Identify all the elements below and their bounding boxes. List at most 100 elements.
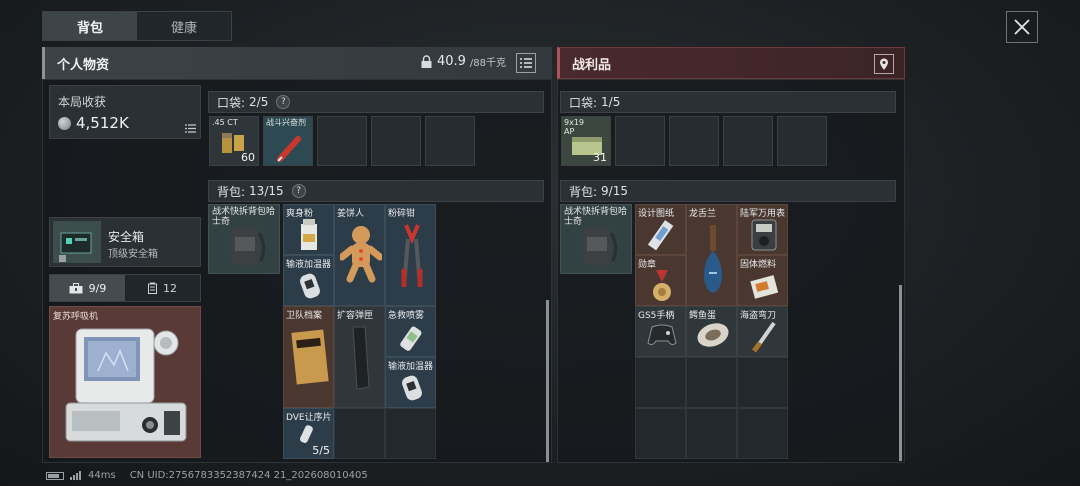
- weight-value: 40.9: [436, 54, 466, 69]
- multimeter-icon: [751, 219, 777, 251]
- close-button[interactable]: [1006, 11, 1038, 43]
- equipment-subtabs: 9/9 12: [49, 274, 201, 302]
- top-tabs: 背包 健康: [42, 11, 232, 41]
- loot-pocket-slot-empty[interactable]: [723, 116, 773, 166]
- location-pin-icon: [880, 58, 888, 70]
- loot-header: 战利品: [557, 47, 905, 79]
- loot-pocket-header: 口袋: 1/5: [560, 91, 896, 113]
- pocket-slot-empty[interactable]: [317, 116, 367, 166]
- loot-pocket-slot-ammo[interactable]: 9x19 AP 31: [561, 116, 611, 166]
- grid-cell-empty[interactable]: [635, 357, 686, 408]
- backpack-icon: [231, 227, 266, 265]
- backpack-header: 背包: 13/15 ?: [208, 180, 544, 202]
- iv-warmer-icon: [402, 375, 422, 401]
- bolt-cutter-icon: [401, 224, 423, 288]
- grid-cell-empty[interactable]: [334, 408, 385, 459]
- bottle-icon: [704, 225, 722, 293]
- loot-equipped-backpack[interactable]: 战术快拆背包哈士奇: [560, 204, 632, 274]
- pocket-slot-empty[interactable]: [371, 116, 421, 166]
- grid-item-talc[interactable]: 爽身粉: [283, 204, 334, 255]
- panel-title: 战利品: [572, 57, 612, 73]
- pocket-count: 1/5: [601, 95, 621, 109]
- tab-health[interactable]: 健康: [137, 12, 231, 40]
- list-icon: [520, 58, 532, 68]
- spray-can-icon: [400, 326, 422, 351]
- grid-item-bolt-cutter[interactable]: 粉碎钳: [385, 204, 436, 306]
- panel-title: 个人物资: [57, 57, 110, 73]
- tab-backpack[interactable]: 背包: [43, 12, 137, 40]
- help-icon[interactable]: ?: [276, 95, 291, 109]
- help-icon[interactable]: ?: [291, 184, 306, 198]
- grid-item-blueprint[interactable]: 设计图纸: [635, 204, 686, 255]
- grid-item-guard-file[interactable]: 卫队档案: [283, 306, 334, 408]
- loot-pocket-slot-empty[interactable]: [669, 116, 719, 166]
- grid-cell-empty[interactable]: [737, 408, 788, 459]
- egg-icon: [697, 323, 729, 347]
- earnings-value: 4,512K: [76, 114, 129, 132]
- blueprint-icon: [647, 220, 674, 251]
- safe-box-title: 安全箱: [108, 230, 145, 244]
- grid-item-iv-warmer[interactable]: 输液加温器: [283, 255, 334, 306]
- battery-icon: [46, 471, 64, 480]
- earnings-label: 本局收获: [58, 95, 107, 109]
- grid-item-gingerbread[interactable]: 姜饼人: [334, 204, 385, 306]
- grid-item-pirate-cutlass[interactable]: 海盗弯刀: [737, 306, 788, 357]
- canister-icon: [148, 282, 157, 294]
- equipped-backpack[interactable]: 战术快拆背包哈士奇: [208, 204, 280, 274]
- toolbox-icon: [69, 282, 83, 293]
- grid-item-solid-fuel[interactable]: 固体燃料: [737, 255, 788, 306]
- sort-list-button[interactable]: [516, 53, 536, 73]
- pocket-slot-empty[interactable]: [425, 116, 475, 166]
- item-count: 31: [593, 151, 607, 164]
- grid-cell-empty[interactable]: [686, 357, 737, 408]
- grid-item-first-aid-spray[interactable]: 急救喷雾: [385, 306, 436, 357]
- iv-warmer-icon: [300, 273, 320, 299]
- grid-item-multimeter[interactable]: 陆军万用表: [737, 204, 788, 255]
- weight-max: /88千克: [469, 58, 506, 69]
- uid-text: CN UID:2756783352387424 21_202608010405: [129, 470, 368, 481]
- grid-item-gs5-controller[interactable]: GS5手柄: [635, 306, 686, 357]
- item-label: 战斗兴奋剂: [266, 118, 306, 127]
- item-count: 60: [241, 151, 255, 164]
- item-label: .45 CT: [212, 118, 238, 127]
- locate-button[interactable]: [874, 54, 894, 74]
- equipped-item-ventilator[interactable]: 复苏呼吸机: [49, 306, 201, 458]
- safe-box-slot[interactable]: 安全箱 顶级安全箱: [49, 217, 201, 267]
- grid-item-iv-warmer-2[interactable]: 输液加温器: [385, 357, 436, 408]
- grid-cell-empty[interactable]: [385, 408, 436, 459]
- gamepad-icon: [647, 324, 677, 346]
- subtab-gear[interactable]: 9/9: [50, 275, 125, 301]
- status-bar: 44ms CN UID:2756783352387424 21_20260801…: [46, 470, 368, 481]
- pocket-slot-ammo[interactable]: .45 CT 60: [209, 116, 259, 166]
- pocket-slot-stimulant[interactable]: 战斗兴奋剂: [263, 116, 313, 166]
- grid-cell-empty[interactable]: [635, 408, 686, 459]
- loot-pocket-slot-empty[interactable]: [615, 116, 665, 166]
- signal-icon: [70, 471, 81, 480]
- magazine-icon: [352, 326, 370, 390]
- fuel-box-icon: [750, 275, 779, 299]
- loot-scrollbar[interactable]: [899, 285, 902, 461]
- safe-box-image: [53, 221, 101, 263]
- earnings-box: 本局收获 4,512K: [49, 85, 201, 139]
- talc-bottle-icon: [301, 219, 317, 250]
- pocket-header: 口袋: 2/5 ?: [208, 91, 544, 113]
- grid-item-medal[interactable]: 勋章: [635, 255, 686, 306]
- loot-pocket-slot-empty[interactable]: [777, 116, 827, 166]
- grid-item-extended-mag[interactable]: 扩容弹匣: [334, 306, 385, 408]
- ventilator-image: [65, 328, 187, 442]
- list-icon[interactable]: [185, 124, 196, 133]
- grid-item-tequila[interactable]: 龙舌兰: [686, 204, 737, 306]
- knife-icon: [752, 321, 776, 353]
- syringe-icon: [277, 136, 301, 162]
- grid-item-dve-chip[interactable]: DVE让序片 5/5: [283, 408, 334, 459]
- pocket-count: 2/5: [249, 95, 269, 109]
- personal-supplies-header: 个人物资 40.9 /88千克: [42, 47, 552, 79]
- safe-box-subtitle: 顶级安全箱: [108, 249, 158, 260]
- scrollbar[interactable]: [546, 300, 549, 462]
- grid-cell-empty[interactable]: [686, 408, 737, 459]
- grid-item-croc-egg[interactable]: 鳄鱼蛋: [686, 306, 737, 357]
- loot-backpack-header: 背包: 9/15: [560, 180, 896, 202]
- gingerbread-icon: [340, 226, 382, 283]
- subtab-consumables[interactable]: 12: [125, 275, 200, 301]
- grid-cell-empty[interactable]: [737, 357, 788, 408]
